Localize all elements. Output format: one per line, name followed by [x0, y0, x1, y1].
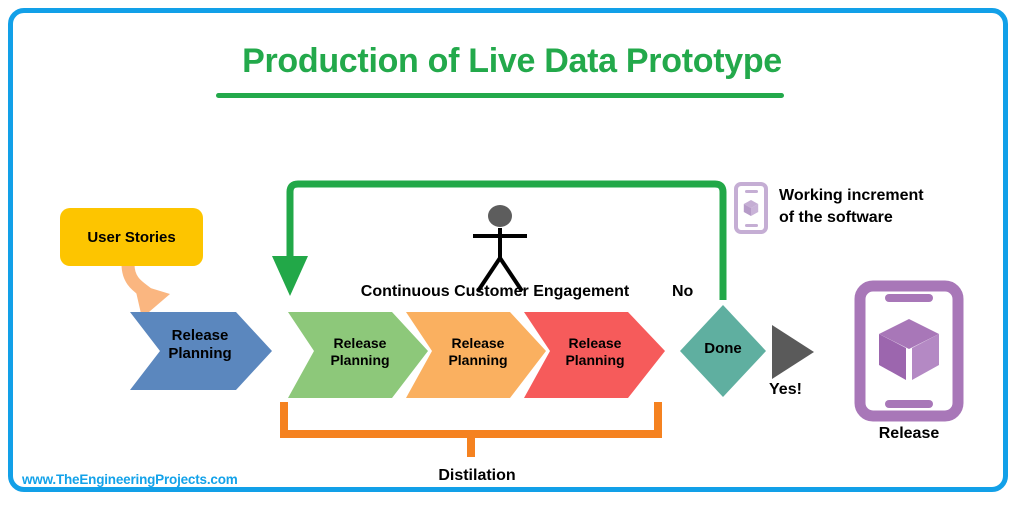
branch-label-yes: Yes!: [769, 381, 802, 398]
working-increment-label: Working increment of the software: [779, 187, 924, 226]
stage-label-2: Release Planning: [448, 335, 508, 368]
watermark-url: www.TheEngineeringProjects.com: [22, 472, 238, 487]
stage-label-1: Release Planning: [330, 335, 390, 368]
stick-figure-person-icon: [473, 205, 527, 293]
triangle-right-arrow-icon: [772, 325, 814, 379]
release-output-label: Release: [878, 425, 940, 442]
diagram-canvas: Production of Live Data Prototype User S…: [0, 0, 1024, 508]
bracket-underline-icon: [280, 402, 662, 457]
distilation-label: Distilation: [438, 467, 516, 484]
stage-label-initial: Release Planning: [168, 327, 232, 362]
continuous-customer-engagement-label: Continuous Customer Engagement: [360, 283, 630, 300]
phone-cube-icon-large: [854, 280, 964, 422]
curved-down-arrow-icon: [121, 263, 170, 318]
decision-label-done: Done: [704, 340, 742, 357]
stage-label-3: Release Planning: [565, 335, 625, 368]
user-stories-box: User Stories: [60, 208, 203, 266]
user-stories-label: User Stories: [87, 228, 176, 246]
branch-label-no: No: [672, 283, 694, 300]
phone-cube-icon-small: [734, 182, 768, 234]
